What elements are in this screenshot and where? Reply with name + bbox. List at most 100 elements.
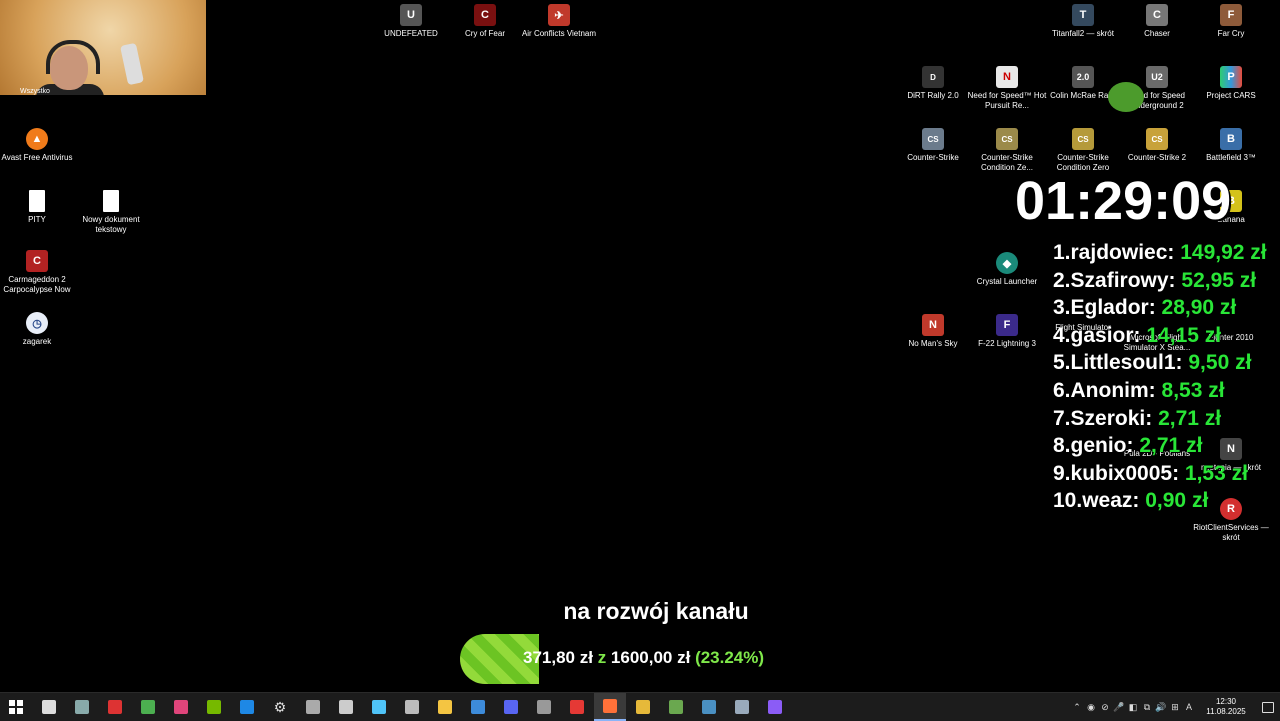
nfs-icon: N <box>996 66 1018 88</box>
tray-icon[interactable]: ◧ <box>1126 702 1140 713</box>
nfs-underground-icon: U2 <box>1146 66 1168 88</box>
donor-name: 2.Szafirowy: <box>1053 268 1176 292</box>
donor-amount: 2,71 zł <box>1158 406 1222 430</box>
taskbar-calculator-button[interactable] <box>396 693 428 721</box>
far-cry-icon: F <box>1220 4 1242 26</box>
taskbar-nvidia-button[interactable] <box>198 693 230 721</box>
desktop-icon-label: UNDEFEATED <box>384 29 438 38</box>
leaderboard-row: 4.gasior: 14,15 zł <box>1053 324 1267 352</box>
dirt-rally-icon: D <box>922 66 944 88</box>
taskbar-app-button[interactable] <box>528 693 560 721</box>
taskbar-utorrent-button[interactable] <box>132 693 164 721</box>
desktop-icon-cs-condition-zero-deleted[interactable]: CS Counter-Strike Condition Ze... <box>970 124 1044 173</box>
progress-text: 371,80 zł z 1600,00 zł (23.24%) <box>523 648 764 668</box>
desktop-icon-label: DiRT Rally 2.0 <box>907 91 959 100</box>
goal-current-amount: 371,80 zł <box>523 648 593 667</box>
desktop-icon-nfs-hot-pursuit[interactable]: N Need for Speed™ Hot Pursuit Re... <box>968 62 1046 111</box>
tray-icon[interactable]: ◉ <box>1084 702 1098 713</box>
desktop-icon-zagarek[interactable]: ◷ zagarek <box>0 308 74 347</box>
taskbar-app-button[interactable] <box>759 693 791 721</box>
taskbar-folder-button[interactable] <box>429 693 461 721</box>
donor-name: 8.genio: <box>1053 434 1134 458</box>
tray-icon[interactable]: ⊞ <box>1168 702 1182 713</box>
app-icon <box>306 700 320 714</box>
donation-goal-caption: na rozwój kanału <box>563 598 749 624</box>
desktop-icon-label: zagarek <box>22 337 52 346</box>
desktop-icon-battlefield-3[interactable]: B Battlefield 3™ <box>1194 124 1268 163</box>
taskbar-app-button[interactable] <box>561 693 593 721</box>
app-icon <box>702 700 716 714</box>
desktop-icon-project-cars[interactable]: P Project CARS <box>1194 62 1268 101</box>
desktop-icon-f22-lightning[interactable]: F F-22 Lightning 3 <box>970 310 1044 349</box>
desktop-icon-avast[interactable]: ▲ Avast Free Antivirus <box>0 124 74 163</box>
donor-name: 4.gasior: <box>1053 323 1141 347</box>
clock-date: 11.08.2025 <box>1206 707 1246 716</box>
taskbar-firefox-button[interactable] <box>594 693 626 721</box>
folder-icon <box>438 700 452 714</box>
taskbar-windows-start-button[interactable] <box>0 693 32 721</box>
desktop-icon-air-conflicts[interactable]: ✈ Air Conflicts Vietnam <box>522 0 596 39</box>
carmageddon-icon: C <box>26 250 48 272</box>
taskbar-app-button[interactable] <box>627 693 659 721</box>
tray-icon[interactable]: 🎤 <box>1112 702 1126 713</box>
taskbar-app-button[interactable] <box>660 693 692 721</box>
desktop-icon-far-cry[interactable]: F Far Cry <box>1194 0 1268 39</box>
taskbar-task-view-button[interactable] <box>33 693 65 721</box>
desktop-icon-chaser[interactable]: C Chaser <box>1120 0 1194 39</box>
taskbar-app-button[interactable] <box>693 693 725 721</box>
colin-mcrae-icon: 2.0 <box>1072 66 1094 88</box>
app-icon <box>636 700 650 714</box>
taskbar-settings-button[interactable]: ⚙ <box>264 693 296 721</box>
desktop-icon-label: Counter-Strike <box>907 153 959 162</box>
webcam-background <box>0 0 206 95</box>
taskbar-app-button[interactable] <box>462 693 494 721</box>
desktop-icon-carmageddon[interactable]: C Carmageddon 2 Carpocalypse Now <box>0 246 74 295</box>
desktop-icon-cs-condition-zero[interactable]: CS Counter-Strike Condition Zero <box>1046 124 1120 173</box>
chaser-icon: C <box>1146 4 1168 26</box>
taskbar-app-button[interactable] <box>231 693 263 721</box>
taskbar-discord-button[interactable] <box>495 693 527 721</box>
desktop-icon-undefeated[interactable]: U UNDEFEATED <box>374 0 448 39</box>
desktop-icon-counter-strike-2[interactable]: CS Counter-Strike 2 <box>1120 124 1194 163</box>
taskbar-app-button[interactable] <box>297 693 329 721</box>
donor-name: 7.Szeroki: <box>1053 406 1153 430</box>
donor-amount: 1,53 zł <box>1184 461 1248 485</box>
taskbar-app-button[interactable] <box>66 693 98 721</box>
donor-name: 6.Anonim: <box>1053 378 1156 402</box>
leaderboard-row: 10.weaz: 0,90 zł <box>1053 489 1267 517</box>
taskbar-clock[interactable]: 12:30 11.08.2025 <box>1196 697 1256 717</box>
desktop-icon-label: Battlefield 3™ <box>1206 153 1256 162</box>
tray-icon[interactable]: ⧉ <box>1140 702 1154 713</box>
settings-icon: ⚙ <box>273 699 287 715</box>
taskbar-app-button[interactable] <box>165 693 197 721</box>
tray-icon[interactable]: ⌃ <box>1070 702 1084 713</box>
tray-icon[interactable]: 🔊 <box>1154 702 1168 713</box>
desktop-icon-crystal-launcher[interactable]: ◆ Crystal Launcher <box>970 248 1044 287</box>
taskbar-app-button[interactable] <box>330 693 362 721</box>
titanfall-icon: T <box>1072 4 1094 26</box>
tray-icon[interactable]: A <box>1182 702 1196 713</box>
desktop-icon-dirt-rally[interactable]: D DiRT Rally 2.0 <box>896 62 970 101</box>
taskbar-app-button[interactable] <box>99 693 131 721</box>
donor-name: 9.kubix0005: <box>1053 461 1180 485</box>
app-icon <box>537 700 551 714</box>
desktop-icon-pity[interactable]: PITY <box>0 186 74 225</box>
donor-amount: 9,50 zł <box>1188 351 1252 375</box>
desktop-icon-no-mans-sky[interactable]: N No Man's Sky <box>896 310 970 349</box>
taskbar: ⚙ ⌃ ◉ ⊘ 🎤 ◧ ⧉ 🔊 ⊞ A 12:30 11.08.2025 <box>0 692 1280 721</box>
leaderboard-row: 6.Anonim: 8,53 zł <box>1053 379 1267 407</box>
desktop-icon-titanfall2[interactable]: T Titanfall2 — skrót <box>1046 0 1120 39</box>
desktop-icon-label: Avast Free Antivirus <box>1 153 73 162</box>
tray-icon[interactable]: ⊘ <box>1098 702 1112 713</box>
notification-center-icon[interactable] <box>1256 701 1280 713</box>
desktop-icon-counter-strike[interactable]: CS Counter-Strike <box>896 124 970 163</box>
donor-name: 1.rajdowiec: <box>1053 241 1175 264</box>
desktop-icon-new-text-document[interactable]: Nowy dokument tekstowy <box>74 186 148 235</box>
cry-of-fear-icon: C <box>474 4 496 26</box>
desktop-icon-cry-of-fear[interactable]: C Cry of Fear <box>448 0 522 39</box>
taskbar-app-button[interactable] <box>363 693 395 721</box>
app-icon <box>669 700 683 714</box>
nvidia-icon <box>207 700 221 714</box>
taskbar-steam-button[interactable] <box>726 693 758 721</box>
crystal-launcher-icon: ◆ <box>996 252 1018 274</box>
